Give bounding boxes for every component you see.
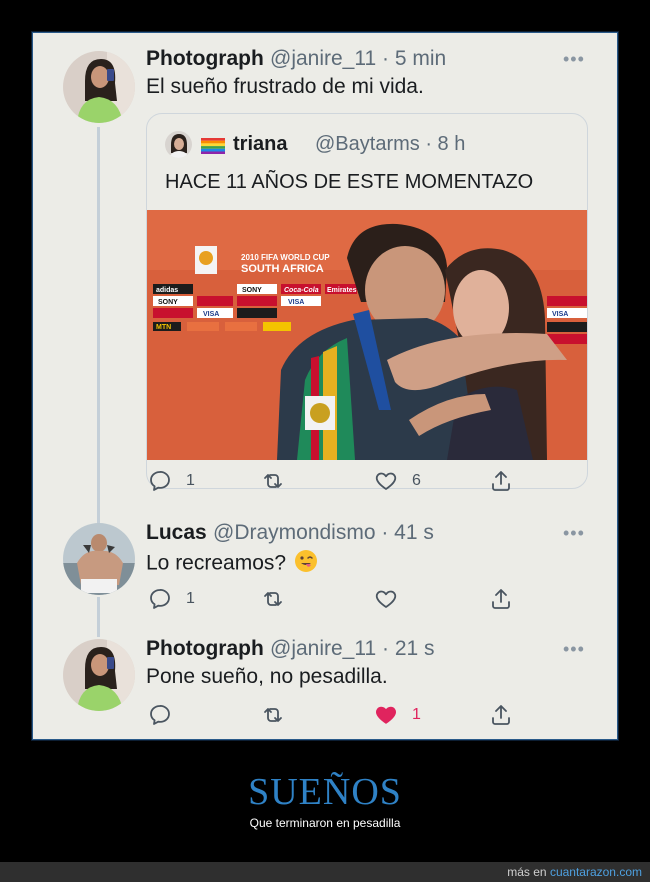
author-name[interactable]: Lucas [146, 521, 207, 545]
caption-subtitle: Que terminaron en pesadilla [249, 816, 401, 830]
like-count: 1 [412, 706, 421, 723]
like-action[interactable] [374, 587, 412, 611]
reply-count: 1 [186, 590, 195, 607]
heart-icon [375, 472, 397, 490]
quoted-author-handle[interactable]: @Baytarms · 8 h [315, 133, 465, 156]
retweet-action[interactable] [261, 469, 299, 493]
banner-line1: 2010 FIFA WORLD CUP [241, 253, 330, 262]
heart-icon [375, 590, 397, 608]
sponsor-label: adidas [156, 287, 178, 294]
quoted-media-image[interactable]: 2010 FIFA WORLD CUP SOUTH AFRICA adidas … [147, 210, 587, 460]
reply-icon [150, 705, 170, 725]
author-name[interactable]: Photograph [146, 47, 264, 71]
avatar[interactable] [63, 639, 135, 711]
retweet-icon [264, 474, 282, 488]
sponsor-label: SONY [242, 287, 262, 294]
share-action[interactable] [489, 469, 513, 493]
share-icon [492, 705, 510, 725]
quoted-avatar[interactable] [165, 131, 192, 158]
reply-action[interactable] [148, 703, 186, 727]
more-options-icon[interactable]: ••• [563, 49, 585, 70]
tweet-text: Lo recreamos? [146, 549, 318, 579]
quoted-tweet[interactable]: triana @Baytarms · 8 h HACE 11 AÑOS DE E… [146, 113, 588, 489]
footer-bar: más en cuantarazon.com [0, 862, 650, 882]
share-action[interactable] [489, 587, 513, 611]
sponsor-label: MTN [156, 324, 171, 331]
sponsor-label: SONY [158, 299, 178, 306]
share-icon [492, 471, 510, 491]
like-count: 6 [412, 472, 421, 489]
more-options-icon[interactable]: ••• [563, 639, 585, 660]
more-options-icon[interactable]: ••• [563, 523, 585, 544]
author-name[interactable]: Photograph [146, 637, 264, 661]
quoted-tweet-text: HACE 11 AÑOS DE ESTE MOMENTAZO [165, 171, 534, 193]
avatar[interactable] [63, 523, 135, 595]
sponsor-label: VISA [203, 311, 219, 318]
retweet-action[interactable] [261, 587, 299, 611]
retweet-icon [264, 592, 282, 606]
retweet-action[interactable] [261, 703, 299, 727]
tweet-text-content: Lo recreamos? [146, 551, 287, 575]
heart-filled-icon [376, 706, 396, 724]
reply-count: 1 [186, 472, 195, 489]
winking-tongue-emoji-icon [294, 549, 318, 579]
sponsor-label: Coca-Cola [284, 287, 319, 294]
tweet-thread-card: Photograph @janire_11 · 5 min ••• El sue… [32, 32, 618, 740]
author-handle[interactable]: @janire_11 · 21 s [270, 637, 435, 661]
footer-prefix: más en [507, 865, 547, 879]
thread-connector [97, 597, 100, 637]
share-icon [492, 589, 510, 609]
thread-connector [97, 127, 100, 525]
banner-line2: SOUTH AFRICA [241, 263, 324, 275]
caption-title: SUEÑOS [248, 771, 402, 813]
tweet-text: Pone sueño, no pesadilla. [146, 665, 388, 688]
rainbow-flag-icon [201, 138, 225, 154]
quoted-author-name[interactable]: triana [233, 133, 287, 156]
sponsor-label: VISA [288, 299, 304, 306]
author-handle[interactable]: @janire_11 · 5 min [270, 47, 446, 71]
like-action[interactable]: 6 [374, 469, 421, 493]
reply-action[interactable]: 1 [148, 587, 195, 611]
author-handle[interactable]: @Draymondismo · 41 s [213, 521, 434, 545]
avatar[interactable] [63, 51, 135, 123]
sponsor-label: Emirates [327, 287, 357, 294]
retweet-icon [264, 708, 282, 722]
like-action[interactable]: 1 [374, 703, 421, 727]
tweet-text: El sueño frustrado de mi vida. [146, 75, 424, 98]
sponsor-label: VISA [552, 311, 568, 318]
share-action[interactable] [489, 703, 513, 727]
reply-icon [150, 471, 170, 491]
reply-action[interactable]: 1 [148, 469, 195, 493]
footer-link[interactable]: cuantarazon.com [550, 865, 642, 879]
reply-icon [150, 589, 170, 609]
